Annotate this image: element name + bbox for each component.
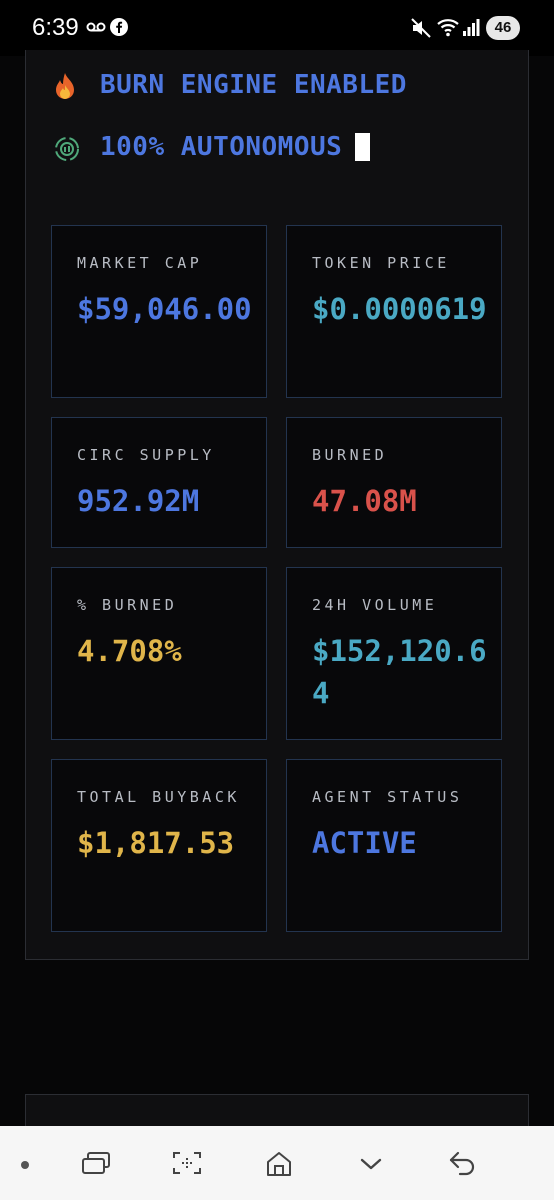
burn-engine-headline: BURN ENGINE ENABLED [100, 70, 407, 100]
total-buyback-card: TOTAL BUYBACK $1,817.53 [51, 759, 267, 932]
wifi-icon [437, 17, 459, 42]
volume-24h-value: $152,120.64 [312, 634, 487, 710]
recent-apps-icon[interactable] [81, 1150, 111, 1180]
screenshot-icon[interactable] [172, 1150, 202, 1180]
status-bar: 6:39 46 [0, 0, 554, 56]
total-buyback-label: TOTAL BUYBACK [77, 788, 240, 806]
terminal-cursor [355, 133, 370, 161]
facebook-icon [110, 18, 128, 41]
market-cap-card: MARKET CAP $59,046.00 [51, 225, 267, 398]
screen: 6:39 46 BURN ENGINE ENABLED 100% AUTONOM… [0, 0, 554, 1200]
circ-supply-value: 952.92M [77, 484, 200, 518]
autonomous-headline: 100% AUTONOMOUS [100, 132, 343, 162]
battery-indicator: 46 [486, 16, 520, 40]
agent-status-card: AGENT STATUS ACTIVE [286, 759, 502, 932]
burned-card: BURNED 47.08M [286, 417, 502, 548]
token-price-label: TOKEN PRICE [312, 254, 450, 272]
home-icon[interactable] [265, 1150, 293, 1182]
token-price-value: $0.0000619 [312, 292, 487, 326]
mute-icon [410, 17, 432, 44]
fire-icon [53, 72, 77, 106]
signal-icon [462, 18, 480, 41]
circ-supply-label: CIRC SUPPLY [77, 446, 215, 464]
market-cap-label: MARKET CAP [77, 254, 203, 272]
market-cap-value: $59,046.00 [77, 292, 252, 326]
agent-status-label: AGENT STATUS [312, 788, 463, 806]
autonomous-cycle-icon [53, 135, 81, 167]
volume-24h-label: 24H VOLUME [312, 596, 438, 614]
dot-icon [21, 1161, 29, 1169]
burned-value: 47.08M [312, 484, 417, 518]
burned-label: BURNED [312, 446, 388, 464]
pct-burned-value: 4.708% [77, 634, 182, 668]
pct-burned-label: % BURNED [77, 596, 178, 614]
pct-burned-card: % BURNED 4.708% [51, 567, 267, 740]
total-buyback-value: $1,817.53 [77, 826, 235, 860]
status-time: 6:39 [32, 14, 79, 41]
voicemail-icon [86, 20, 106, 39]
circ-supply-card: CIRC SUPPLY 952.92M [51, 417, 267, 548]
token-price-card: TOKEN PRICE $0.0000619 [286, 225, 502, 398]
volume-24h-card: 24H VOLUME $152,120.64 [286, 567, 502, 740]
back-icon[interactable] [448, 1150, 476, 1180]
chevron-down-icon[interactable] [359, 1156, 383, 1176]
agent-status-value: ACTIVE [312, 826, 417, 860]
